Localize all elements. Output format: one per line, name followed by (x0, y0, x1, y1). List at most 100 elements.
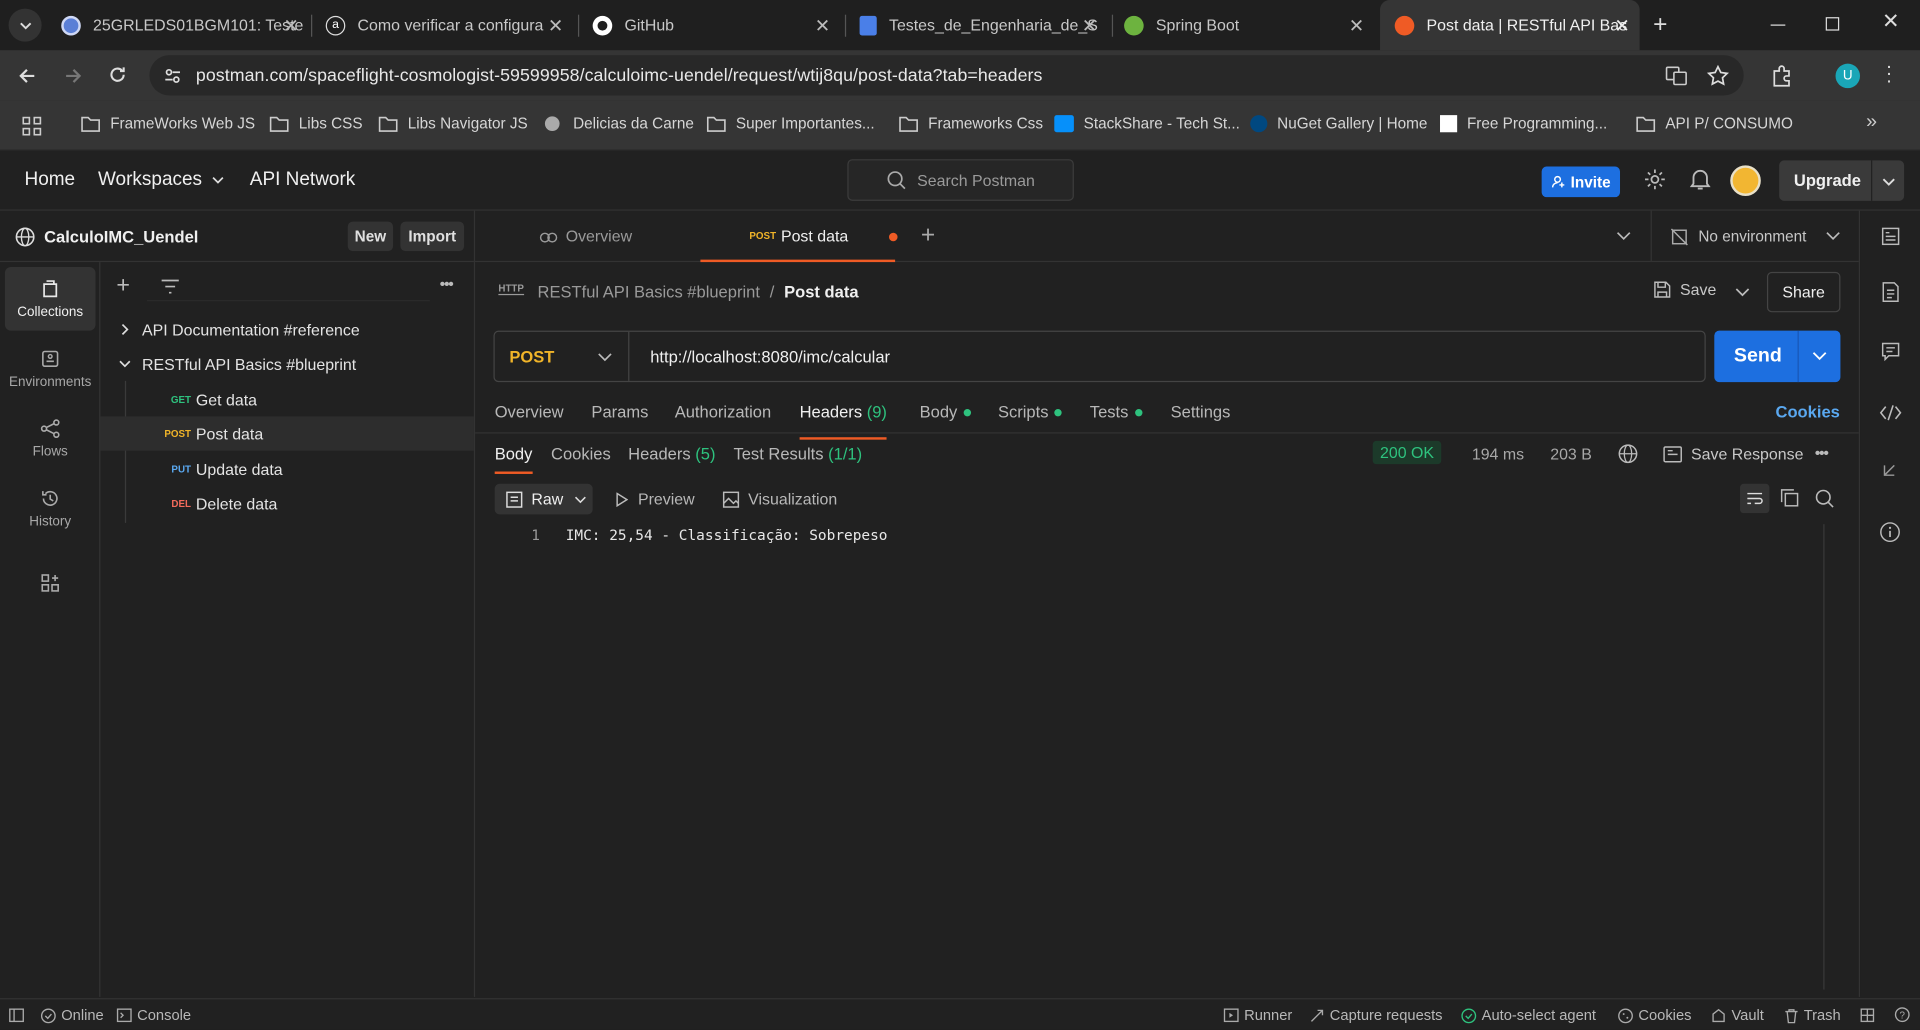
copy-icon[interactable] (1780, 489, 1799, 507)
runner-button[interactable]: Runner (1223, 1007, 1292, 1024)
comments-icon[interactable] (1881, 342, 1901, 362)
more-options-icon[interactable]: ••• (1815, 443, 1829, 461)
response-size[interactable]: 203 B (1550, 445, 1592, 463)
tab-body[interactable]: Body (920, 403, 971, 421)
breadcrumb-parent[interactable]: RESTful API Basics #blueprint (538, 283, 760, 301)
minimize-button[interactable] (1770, 24, 1786, 26)
console-button[interactable]: Console (116, 1007, 191, 1024)
tab-overview[interactable]: Overview (539, 227, 632, 245)
search-icon[interactable] (1815, 489, 1835, 509)
more-options-icon[interactable]: ••• (440, 274, 454, 292)
tab-request-overview[interactable]: Overview (495, 403, 564, 421)
response-body[interactable]: 1 IMC: 25,54 - Classificação: Sobrepeso (495, 524, 1824, 989)
close-window-button[interactable]: ✕ (1882, 10, 1899, 34)
toggle-sidebar-icon[interactable] (9, 1008, 25, 1023)
status-badge[interactable]: 200 OK (1372, 440, 1442, 465)
notifications-bell-icon[interactable] (1689, 168, 1711, 191)
bookmark-item[interactable]: Free Programming... (1440, 115, 1607, 133)
folder-restful-api-basics[interactable]: RESTful API Basics #blueprint (100, 347, 473, 381)
invite-button[interactable]: Invite (1541, 166, 1621, 198)
nav-home[interactable]: Home (24, 169, 75, 191)
layout-icon[interactable] (1860, 1008, 1875, 1023)
chevron-down-icon[interactable] (1812, 350, 1827, 362)
online-status[interactable]: Online (40, 1007, 104, 1024)
upgrade-button[interactable]: Upgrade (1779, 160, 1905, 201)
tabs-dropdown-icon[interactable] (1616, 230, 1631, 242)
site-info-icon[interactable] (164, 67, 181, 84)
network-globe-icon[interactable] (1618, 443, 1639, 464)
new-tab-button[interactable]: + (1653, 11, 1667, 39)
bookmark-item[interactable]: StackShare - Tech St... (1054, 115, 1240, 133)
save-options-chevron-icon[interactable] (1735, 287, 1750, 299)
info-icon[interactable] (1880, 522, 1901, 543)
tab-tests[interactable]: Tests (1090, 403, 1142, 421)
tab-settings[interactable]: Settings (1171, 403, 1231, 421)
tab-headers[interactable]: Headers (9) (799, 403, 887, 440)
auto-select-agent-button[interactable]: Auto-select agent (1461, 1007, 1596, 1024)
close-tab-icon[interactable]: ✕ (1349, 15, 1364, 37)
new-request-tab-button[interactable]: + (921, 222, 935, 250)
bookmark-item[interactable]: Delicias da Carne (544, 115, 694, 132)
save-button[interactable]: Save (1653, 280, 1716, 299)
request-post-data[interactable]: POST Post data (100, 416, 474, 451)
more-bookmarks-icon[interactable]: » (1866, 111, 1877, 133)
tab-scripts[interactable]: Scripts (998, 403, 1062, 421)
close-tab-icon[interactable]: ✕ (815, 15, 830, 37)
close-tab-icon[interactable]: ✕ (548, 15, 563, 37)
close-tab-icon[interactable]: ✕ (1082, 15, 1097, 37)
folder-api-documentation[interactable]: API Documentation #reference (100, 312, 473, 346)
request-delete-data[interactable]: DEL Delete data (100, 486, 473, 520)
profile-avatar[interactable]: U (1835, 63, 1861, 89)
user-avatar[interactable] (1730, 165, 1761, 196)
request-update-data[interactable]: PUT Update data (100, 452, 473, 486)
request-get-data[interactable]: GET Get data (100, 382, 473, 416)
settings-gear-icon[interactable] (1643, 168, 1666, 191)
environment-selector[interactable]: No environment (1650, 210, 1859, 263)
nav-workspaces[interactable]: Workspaces (98, 169, 225, 191)
bookmark-item[interactable]: Libs CSS (269, 115, 363, 132)
vault-button[interactable]: Vault (1711, 1007, 1764, 1024)
url-input[interactable]: http://localhost:8080/imc/calcular (650, 348, 890, 366)
wrap-lines-button[interactable] (1740, 483, 1770, 514)
browser-tab-2[interactable]: a Como verificar a configura ✕ (311, 0, 573, 50)
help-icon[interactable]: ? (1894, 1007, 1910, 1023)
browser-tab-1[interactable]: 25GRLEDS01BGM101: Teste ✕ (47, 0, 309, 50)
import-button[interactable]: Import (400, 221, 465, 252)
page-title[interactable]: Post data (784, 283, 858, 301)
add-collection-button[interactable]: + (116, 273, 130, 300)
save-response-button[interactable]: Save Response (1663, 445, 1803, 463)
apps-grid-icon[interactable] (22, 116, 42, 136)
documentation-icon[interactable] (1881, 282, 1901, 303)
response-time[interactable]: 194 ms (1472, 445, 1524, 463)
restore-button[interactable] (1825, 17, 1840, 31)
browser-tab-5[interactable]: Spring Boot ✕ (1109, 0, 1373, 50)
code-snippet-icon[interactable] (1879, 404, 1902, 421)
bookmark-star-icon[interactable] (1706, 64, 1729, 87)
nav-api-network[interactable]: API Network (250, 169, 355, 191)
preview-button[interactable]: Preview (616, 490, 695, 508)
bookmark-item[interactable]: Super Importantes... (706, 115, 875, 132)
cookies-link[interactable]: Cookies (1776, 403, 1840, 421)
visualization-button[interactable]: Visualization (722, 490, 837, 508)
sidebar-item-more[interactable] (5, 554, 96, 618)
tab-authorization[interactable]: Authorization (675, 403, 772, 421)
method-select[interactable]: POST (495, 331, 630, 381)
tab-post-data[interactable]: POST Post data (700, 211, 898, 263)
new-button[interactable]: New (347, 221, 394, 252)
tab-search-button[interactable] (8, 8, 42, 42)
tab-params[interactable]: Params (591, 403, 648, 421)
omnibox[interactable]: postman.com/spaceflight-cosmologist-5959… (149, 55, 1744, 96)
chevron-down-icon[interactable] (1882, 175, 1895, 188)
share-button[interactable]: Share (1766, 271, 1841, 313)
bookmark-item[interactable]: NuGet Gallery | Home (1250, 115, 1427, 133)
sidebar-item-history[interactable]: History (5, 476, 96, 540)
browser-tab-4[interactable]: Testes_de_Engenharia_de_S ✕ (845, 0, 1107, 50)
workspace-name[interactable]: CalculoIMC_Uendel (44, 228, 198, 246)
sidebar-item-environments[interactable]: Environments (5, 337, 96, 401)
send-button[interactable]: Send (1714, 330, 1841, 383)
trash-button[interactable]: Trash (1784, 1007, 1841, 1024)
browser-menu-icon[interactable]: · · · (1886, 57, 1893, 91)
scrollbar[interactable] (1823, 524, 1825, 990)
back-icon[interactable] (17, 66, 37, 86)
bookmark-item[interactable]: FrameWorks Web JS (81, 115, 255, 132)
